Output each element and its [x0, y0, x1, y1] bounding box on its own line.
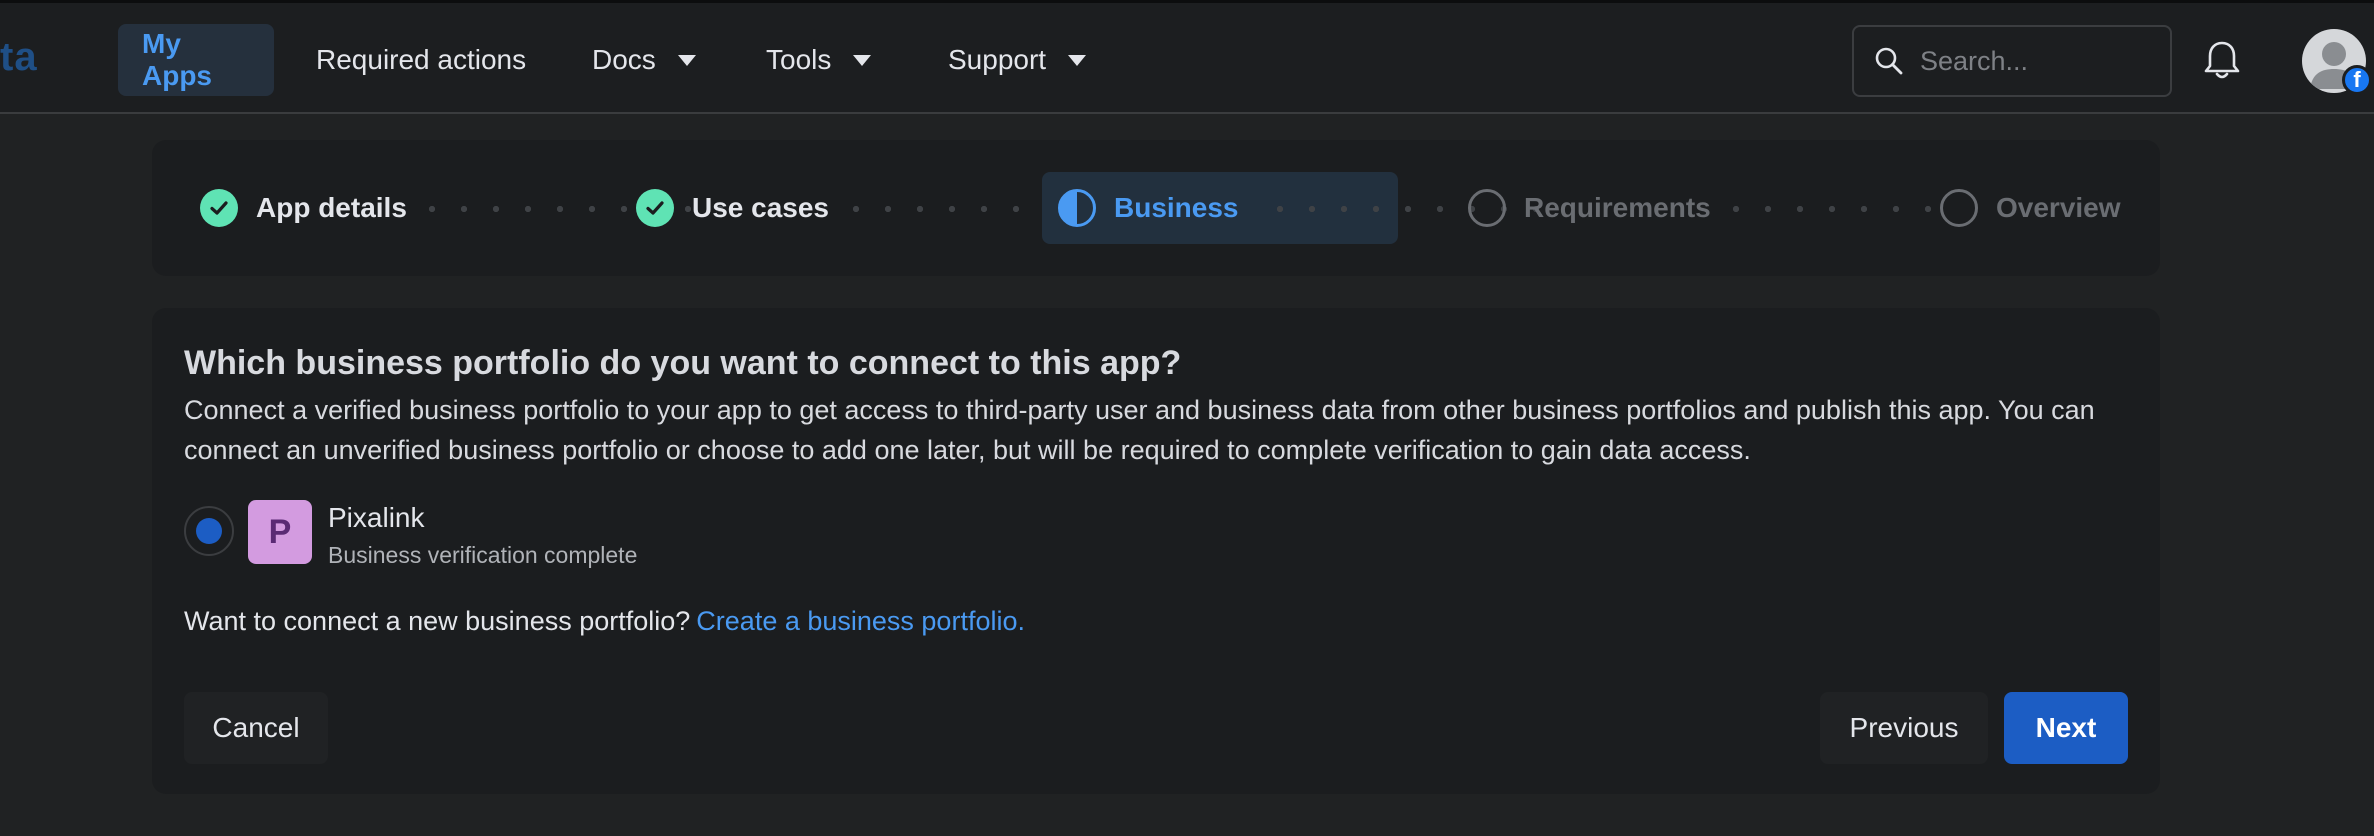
portfolio-status: Business verification complete: [328, 542, 638, 568]
step-app-details[interactable]: App details: [200, 172, 407, 244]
search-icon: [1875, 47, 1903, 75]
nav-support[interactable]: Support: [948, 24, 1087, 96]
cancel-button[interactable]: Cancel: [184, 692, 328, 764]
step-overview[interactable]: Overview: [1940, 172, 2121, 244]
page-title: Which business portfolio do you want to …: [184, 344, 1182, 382]
bell-icon[interactable]: [2202, 39, 2242, 81]
empty-circle-icon: [1468, 189, 1506, 227]
chevron-down-icon: [1068, 54, 1087, 66]
step-use-cases[interactable]: Use cases: [636, 172, 829, 244]
description-text: Connect a verified business portfolio to…: [184, 395, 2095, 465]
create-portfolio-link[interactable]: Create a business portfolio.: [696, 606, 1025, 636]
nav-support-label: Support: [948, 44, 1047, 75]
progress-stepper: App details Use cases Business Requireme…: [152, 140, 2160, 276]
portfolio-name: Pixalink: [328, 502, 425, 533]
nav-my-apps[interactable]: My Apps: [118, 24, 274, 96]
step-label: Business: [1114, 192, 1239, 223]
portfolio-avatar: P: [248, 500, 312, 564]
search-input[interactable]: [1918, 44, 2152, 78]
top-navigation-bar: ta My Apps Required actions Docs Tools S…: [0, 0, 2374, 114]
half-circle-icon: [1058, 189, 1096, 227]
nav-required-actions[interactable]: Required actions: [316, 24, 526, 96]
nav-docs[interactable]: Docs: [592, 24, 696, 96]
nav-tools-label: Tools: [766, 44, 832, 75]
previous-button[interactable]: Previous: [1820, 692, 1988, 764]
next-button[interactable]: Next: [2004, 692, 2128, 764]
chevron-down-icon: [677, 54, 696, 66]
nav-docs-label: Docs: [592, 44, 656, 75]
business-portfolio-card: Which business portfolio do you want to …: [152, 308, 2160, 794]
step-connector: [1720, 206, 1956, 212]
empty-circle-icon: [1940, 189, 1978, 227]
create-portfolio-prompt: Want to connect a new business portfolio…: [184, 606, 1025, 637]
step-label: Use cases: [692, 192, 830, 223]
portfolio-radio[interactable]: [184, 506, 234, 556]
search-box[interactable]: [1852, 25, 2172, 97]
step-label: Requirements: [1524, 192, 1711, 223]
chevron-down-icon: [853, 54, 872, 66]
step-label: App details: [256, 192, 407, 223]
check-icon: [200, 189, 238, 227]
facebook-badge-icon: f: [2342, 65, 2372, 95]
cta-text: Want to connect a new business portfolio…: [184, 606, 691, 636]
logo[interactable]: ta: [0, 35, 38, 80]
radio-selected-dot: [196, 518, 222, 544]
step-label: Overview: [1996, 192, 2121, 223]
nav-tools[interactable]: Tools: [766, 24, 872, 96]
step-requirements[interactable]: Requirements: [1468, 172, 1711, 244]
check-icon: [636, 189, 674, 227]
